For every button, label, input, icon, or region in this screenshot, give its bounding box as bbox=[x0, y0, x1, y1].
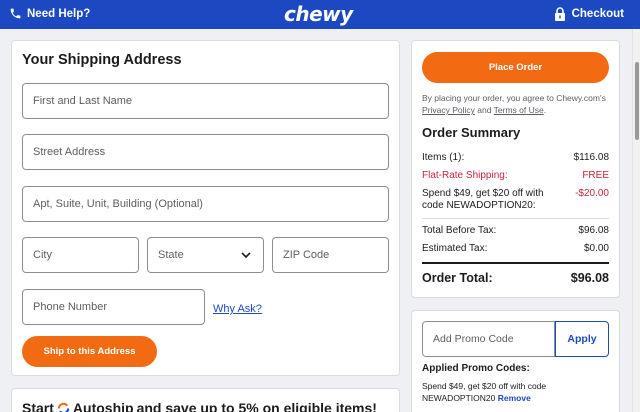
total-divider bbox=[422, 262, 609, 264]
place-order-button[interactable]: Place Order bbox=[422, 52, 609, 83]
terms-of-use-link[interactable]: Terms of Use bbox=[494, 105, 544, 115]
promo-code-input[interactable]: Add Promo Code bbox=[422, 321, 555, 357]
street-address-field[interactable]: Street Address bbox=[22, 134, 389, 170]
agreement-and: and bbox=[474, 105, 494, 115]
autoship-icon bbox=[57, 402, 70, 412]
state-placeholder: State bbox=[158, 249, 184, 261]
why-ask-link[interactable]: Why Ask? bbox=[213, 303, 262, 315]
items-value: $116.08 bbox=[573, 152, 609, 163]
full-name-placeholder: First and Last Name bbox=[33, 95, 133, 107]
top-bar: Need Help? chewy Checkout bbox=[0, 0, 640, 29]
items-label: Items (1): bbox=[422, 152, 465, 163]
agreement-prefix: By placing your order, you agree to Chew… bbox=[422, 93, 606, 103]
promo-discount-row: Spend $49, get $20 off with code NEWADOP… bbox=[422, 188, 609, 212]
checkout-label: Checkout bbox=[571, 8, 624, 20]
promo-code-placeholder: Add Promo Code bbox=[433, 333, 514, 345]
state-select[interactable]: State bbox=[147, 237, 264, 273]
phone-number-field[interactable]: Phone Number bbox=[22, 289, 205, 325]
apt-suite-field[interactable]: Apt, Suite, Unit, Building (Optional) bbox=[22, 186, 389, 222]
autoship-banner: Start Autoship and save up to 5% on elig… bbox=[11, 388, 400, 412]
zip-code-placeholder: ZIP Code bbox=[283, 249, 330, 261]
order-total-row: Order Total: $96.08 bbox=[422, 271, 609, 285]
promo-discount-label: Spend $49, get $20 off with code NEWADOP… bbox=[422, 188, 544, 211]
privacy-policy-link[interactable]: Privacy Policy bbox=[422, 105, 475, 115]
summary-divider bbox=[422, 218, 609, 219]
order-summary-title: Order Summary bbox=[422, 125, 521, 140]
city-field[interactable]: City bbox=[22, 237, 139, 273]
need-help-link[interactable]: Need Help? bbox=[9, 7, 90, 20]
shipping-label: Flat-Rate Shipping: bbox=[422, 170, 508, 181]
applied-promo-title: Applied Promo Codes: bbox=[422, 363, 530, 374]
applied-promo-text: Spend $49, get $20 off with code NEWADOP… bbox=[422, 380, 612, 404]
agreement-suffix: . bbox=[543, 105, 547, 115]
shipping-value: FREE bbox=[582, 170, 609, 181]
estimated-tax-label: Estimated Tax: bbox=[422, 243, 488, 254]
autoship-prefix: Start bbox=[22, 400, 54, 412]
lock-icon bbox=[554, 7, 565, 21]
promo-code-panel: Add Promo Code Apply Applied Promo Codes… bbox=[411, 310, 620, 412]
total-before-tax-value: $96.08 bbox=[578, 225, 609, 236]
order-summary-panel: Place Order By placing your order, you a… bbox=[411, 40, 620, 298]
autoship-headline: Start Autoship and save up to 5% on elig… bbox=[22, 400, 377, 412]
agreement-text: By placing your order, you agree to Chew… bbox=[422, 92, 612, 116]
order-total-label: Order Total: bbox=[422, 271, 493, 285]
shipping-address-panel: Your Shipping Address First and Last Nam… bbox=[11, 40, 400, 376]
city-placeholder: City bbox=[33, 249, 52, 261]
remove-promo-link[interactable]: Remove bbox=[498, 393, 531, 403]
chewy-logo[interactable]: chewy bbox=[284, 2, 353, 26]
autoship-brand: Autoship bbox=[72, 400, 134, 412]
zip-code-field[interactable]: ZIP Code bbox=[272, 237, 389, 273]
shipping-row: Flat-Rate Shipping: FREE bbox=[422, 170, 609, 182]
estimated-tax-row: Estimated Tax: $0.00 bbox=[422, 243, 609, 255]
full-name-field[interactable]: First and Last Name bbox=[22, 83, 389, 119]
scrollbar-thumb[interactable] bbox=[635, 62, 639, 140]
items-row: Items (1): $116.08 bbox=[422, 152, 609, 164]
shipping-title: Your Shipping Address bbox=[22, 52, 182, 68]
estimated-tax-value: $0.00 bbox=[583, 243, 609, 254]
total-before-tax-label: Total Before Tax: bbox=[422, 225, 497, 236]
page-scrollbar[interactable] bbox=[632, 29, 640, 412]
promo-discount-value: -$20.00 bbox=[575, 188, 609, 199]
apply-promo-button[interactable]: Apply bbox=[555, 321, 609, 357]
checkout-indicator: Checkout bbox=[554, 7, 624, 21]
need-help-label: Need Help? bbox=[27, 7, 91, 20]
total-before-tax-row: Total Before Tax: $96.08 bbox=[422, 225, 609, 237]
street-address-placeholder: Street Address bbox=[33, 146, 106, 158]
apt-suite-placeholder: Apt, Suite, Unit, Building (Optional) bbox=[33, 198, 203, 210]
autoship-suffix: and save up to 5% on eligible items! bbox=[136, 400, 377, 412]
chevron-down-icon bbox=[241, 252, 251, 259]
ship-to-address-button[interactable]: Ship to this Address bbox=[22, 336, 157, 367]
phone-number-placeholder: Phone Number bbox=[33, 301, 107, 313]
order-total-value: $96.08 bbox=[570, 271, 609, 285]
phone-icon bbox=[10, 8, 21, 19]
